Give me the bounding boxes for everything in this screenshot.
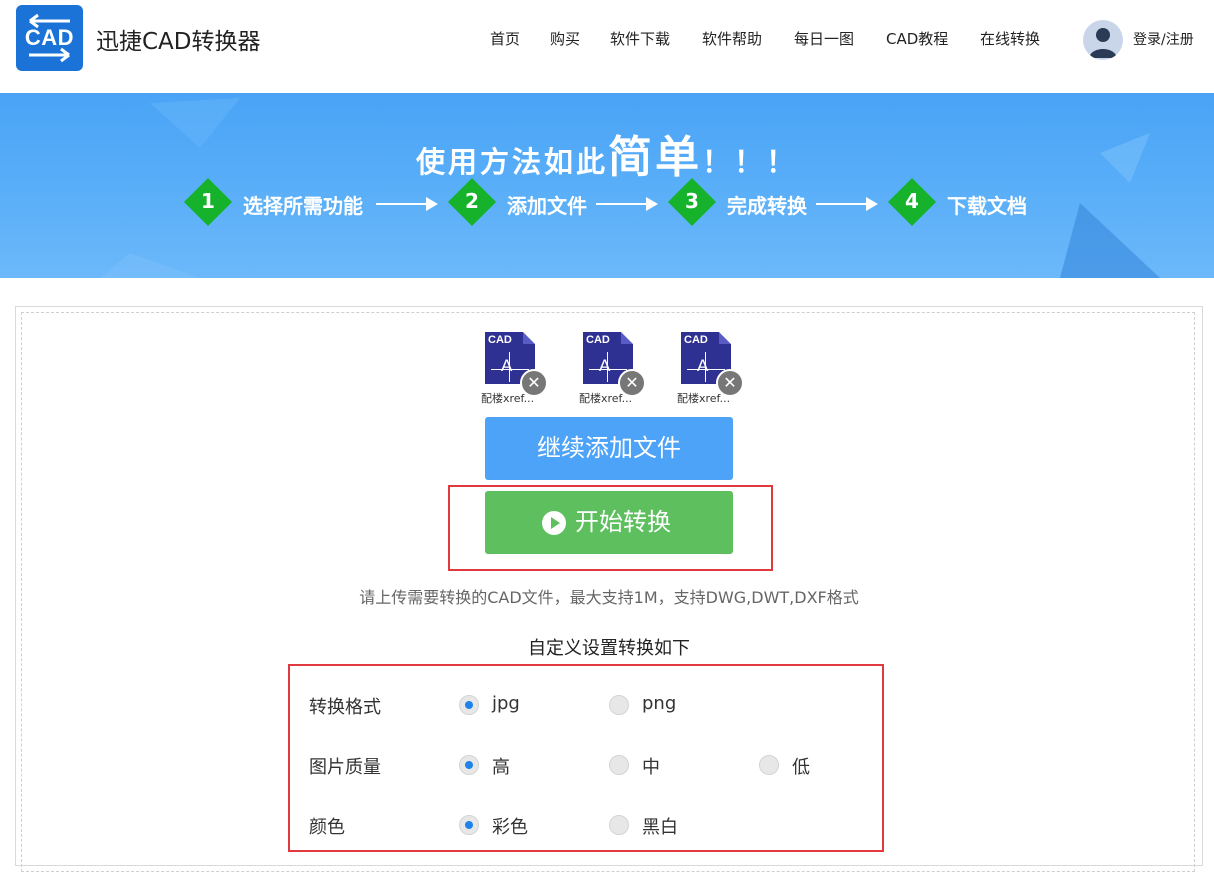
nav-item-help[interactable]: 软件帮助: [702, 28, 762, 49]
login-register-link[interactable]: 登录/注册: [1133, 29, 1194, 49]
step-arrow-icon: [596, 197, 658, 211]
usage-banner: 使用方法如此简单！！！ 1 选择所需功能 2 添加文件 3 完成转换 4 下载文…: [0, 93, 1214, 278]
uploaded-file-3[interactable]: CAD A ✕ 配楼xref...: [677, 332, 749, 407]
color-label: 颜色: [309, 817, 345, 838]
quality-label: 图片质量: [309, 757, 381, 778]
step-arrow-icon: [376, 197, 438, 211]
highlight-box-start: [448, 485, 773, 571]
banner-title-prefix: 使用方法如此: [415, 145, 608, 179]
radio-selected-icon[interactable]: [459, 815, 479, 835]
settings-title: 自定义设置转换如下: [528, 638, 690, 659]
step-label: 选择所需功能: [243, 194, 363, 218]
nav-item-online-convert[interactable]: 在线转换: [980, 28, 1040, 49]
logo-text: CAD: [24, 25, 75, 50]
file-name: 配楼xref...: [481, 392, 535, 405]
uploaded-file-2[interactable]: CAD A ✕ 配楼xref...: [579, 332, 651, 407]
step-number: 3: [685, 189, 699, 213]
user-avatar-icon[interactable]: [1083, 20, 1123, 60]
upload-hint: 请上传需要转换的CAD文件，最大支持1M，支持DWG,DWT,DXF格式: [359, 588, 859, 607]
nav-item-daily-drawing[interactable]: 每日一图: [794, 28, 854, 49]
step-label: 完成转换: [727, 194, 807, 218]
site-header: CAD 迅捷CAD转换器 首页 购买 软件下载 软件帮助 每日一图 CAD教程 …: [0, 0, 1214, 93]
nav-item-cad-tutorial[interactable]: CAD教程: [886, 28, 948, 49]
radio-selected-icon[interactable]: [459, 695, 479, 715]
banner-title-suffix: ！！！: [702, 145, 799, 179]
radio-unselected-icon[interactable]: [609, 695, 629, 715]
radio-unselected-icon[interactable]: [609, 755, 629, 775]
step-arrow-icon: [816, 197, 878, 211]
radio-unselected-icon[interactable]: [759, 755, 779, 775]
step-number: 1: [201, 189, 215, 213]
add-more-files-button[interactable]: 继续添加文件: [485, 417, 733, 480]
banner-title-emphasis: 简单: [608, 132, 702, 183]
file-name: 配楼xref...: [579, 392, 633, 405]
brand-name[interactable]: 迅捷CAD转换器: [96, 22, 261, 56]
file-name: 配楼xref...: [677, 392, 731, 405]
uploaded-file-1[interactable]: CAD A ✕ 配楼xref...: [481, 332, 553, 407]
step-label: 添加文件: [507, 194, 587, 218]
radio-selected-icon[interactable]: [459, 755, 479, 775]
cad-logo-icon[interactable]: CAD: [16, 5, 83, 71]
step-number: 4: [905, 189, 919, 213]
banner-title: 使用方法如此简单！！！: [0, 121, 1214, 185]
nav-item-home[interactable]: 首页: [490, 28, 520, 49]
nav-item-buy[interactable]: 购买: [550, 28, 580, 49]
user-silhouette-icon: [1089, 28, 1117, 58]
step-label: 下载文档: [947, 194, 1027, 218]
radio-unselected-icon[interactable]: [609, 815, 629, 835]
step-number: 2: [465, 189, 479, 213]
nav-item-download[interactable]: 软件下载: [610, 28, 670, 49]
format-label: 转换格式: [309, 697, 381, 718]
